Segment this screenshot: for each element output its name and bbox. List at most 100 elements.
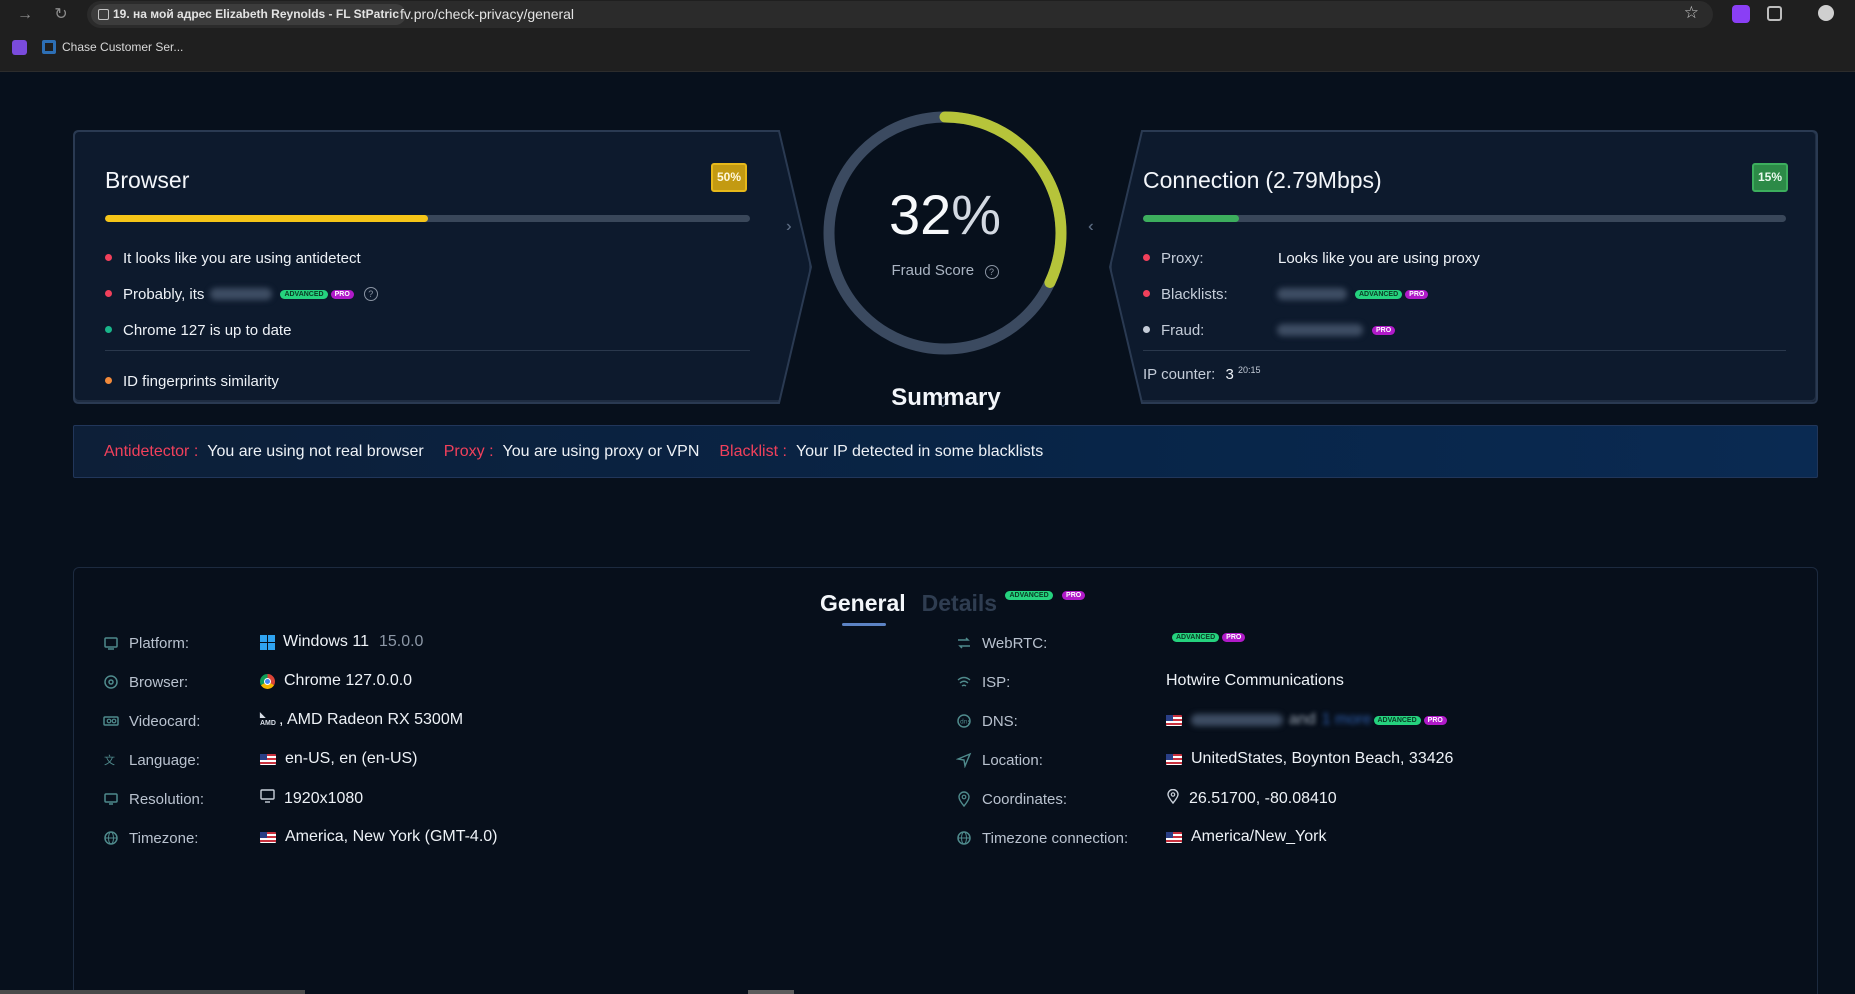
info-value: 1920x1080 bbox=[284, 789, 364, 807]
pro-tag[interactable]: PRO bbox=[1405, 289, 1429, 299]
advanced-tag[interactable]: ADVANCED bbox=[1172, 633, 1220, 642]
url-text[interactable]: fv.pro/check-privacy/general bbox=[400, 1, 574, 28]
map-pin-icon bbox=[1166, 788, 1180, 809]
summary-value: You are using proxy or VPN bbox=[502, 442, 700, 460]
proxy-label: Proxy: bbox=[1161, 249, 1204, 267]
advanced-tag[interactable]: ADVANCED bbox=[1373, 715, 1421, 725]
timezone-icon bbox=[103, 830, 119, 846]
page-content: Browser 50% It looks like you are using … bbox=[0, 72, 1855, 994]
platform-value: Windows 11 15.0.0 bbox=[260, 633, 423, 651]
status-dot bbox=[1143, 254, 1150, 261]
timezone-value: America, New York (GMT-4.0) bbox=[260, 828, 498, 846]
ip-counter: IP counter: 3 20:15 bbox=[1143, 365, 1261, 383]
help-icon[interactable]: ? bbox=[984, 265, 999, 279]
info-row-location: Location: bbox=[955, 747, 1043, 773]
advanced-tag[interactable]: ADVANCED bbox=[1355, 289, 1403, 299]
info-label: Location: bbox=[982, 751, 1043, 769]
pro-tag[interactable]: PRO bbox=[1222, 633, 1246, 642]
info-value: Chrome 127.0.0.0 bbox=[284, 672, 413, 689]
us-flag-icon bbox=[260, 753, 276, 765]
pro-tag[interactable]: PRO bbox=[1423, 715, 1447, 725]
forward-icon[interactable]: → bbox=[14, 4, 36, 26]
browser-score-badge: 50% bbox=[711, 163, 748, 192]
info-label: WebRTC: bbox=[982, 634, 1048, 652]
browser-icon bbox=[103, 674, 119, 690]
dns-more-link[interactable]: 1 more bbox=[1322, 711, 1372, 729]
browser-items: It looks like you are using antidetect P… bbox=[105, 240, 378, 348]
summary-value: Your IP detected in some blacklists bbox=[795, 442, 1044, 460]
pro-tag[interactable]: PRO bbox=[1372, 325, 1396, 335]
ip-counter-label: IP counter: bbox=[1143, 366, 1216, 383]
item-text: Chrome 127 is up to date bbox=[123, 321, 292, 339]
chevron-left-icon: ‹‹ bbox=[1088, 218, 1092, 235]
status-dot bbox=[1143, 326, 1150, 333]
scrollbar-thumb[interactable] bbox=[748, 990, 794, 994]
browser-panel-title: Browser bbox=[105, 167, 190, 193]
connection-items: Proxy: Looks like you are using proxy Bl… bbox=[1143, 240, 1480, 348]
blacklists-label: Blacklists: bbox=[1161, 285, 1228, 303]
list-item: Probably, its ADVANCED PRO ? bbox=[105, 276, 378, 312]
bookmark-chase[interactable]: Chase Customer Ser... bbox=[42, 40, 183, 54]
horizontal-scrollbar[interactable] bbox=[0, 990, 305, 994]
reload-icon[interactable]: ↻ bbox=[50, 4, 72, 26]
extensions-puzzle-icon[interactable] bbox=[1767, 6, 1782, 21]
info-label: Language: bbox=[129, 751, 200, 769]
dns-and: and bbox=[1289, 711, 1316, 728]
tab-title: 19. на мой адрес Elizabeth Reynolds - FL… bbox=[113, 7, 399, 21]
address-bar[interactable]: 19. на мой адрес Elizabeth Reynolds - FL… bbox=[87, 1, 1713, 28]
bookmark-label: Chase Customer Ser... bbox=[62, 40, 184, 54]
timezone-connection-value: America/New_York bbox=[1166, 828, 1326, 846]
videocard-icon bbox=[103, 713, 119, 729]
status-dot bbox=[105, 377, 112, 384]
summary-title: Summary bbox=[891, 384, 1001, 411]
item-text: It looks like you are using antidetect bbox=[123, 249, 361, 267]
browser-value: Chrome 127.0.0.0 bbox=[260, 672, 412, 690]
general-section bbox=[73, 567, 1818, 994]
pro-tag[interactable]: PRO bbox=[330, 289, 354, 299]
info-value: , AMD Radeon RX 5300M bbox=[278, 711, 464, 728]
monitor-icon bbox=[260, 789, 275, 808]
divider bbox=[105, 350, 750, 351]
us-flag-icon bbox=[1166, 753, 1182, 765]
fraud-score-label: Fraud Score ? bbox=[820, 262, 1070, 280]
browser-toolbar: → ↻ 19. на мой адрес Elizabeth Reynolds … bbox=[0, 0, 1855, 29]
blurred-value bbox=[1277, 324, 1363, 336]
info-label: DNS: bbox=[982, 712, 1018, 730]
info-label: Resolution: bbox=[129, 790, 205, 808]
summary-value: You are using not real browser bbox=[207, 442, 424, 460]
svg-text:文: 文 bbox=[104, 753, 115, 767]
bookmark-star-icon[interactable]: ☆ bbox=[1684, 3, 1699, 23]
proxy-value: Looks like you are using proxy bbox=[1278, 249, 1480, 267]
info-label: Timezone connection: bbox=[982, 829, 1129, 847]
site-info-chip[interactable]: 19. на мой адрес Elizabeth Reynolds - FL… bbox=[91, 4, 406, 25]
blurred-value bbox=[1191, 714, 1283, 726]
info-row-dns: dns DNS: bbox=[956, 708, 1018, 734]
info-label: ISP: bbox=[982, 673, 1011, 691]
info-row-webrtc: WebRTC: bbox=[956, 630, 1047, 656]
language-icon: 文 bbox=[103, 752, 119, 768]
windows-logo-icon bbox=[260, 634, 275, 650]
tab-general[interactable]: General bbox=[820, 590, 906, 626]
status-dot bbox=[105, 326, 112, 333]
us-flag-icon bbox=[260, 831, 276, 843]
bookmarks-bar: Chase Customer Ser... bbox=[0, 29, 1855, 72]
advanced-tag[interactable]: ADVANCED bbox=[280, 289, 328, 299]
extension-icon[interactable] bbox=[1732, 5, 1750, 23]
blurred-value bbox=[1277, 288, 1347, 300]
info-value: America, New York (GMT-4.0) bbox=[285, 828, 498, 845]
blurred-value bbox=[210, 288, 273, 300]
info-row-resolution: Resolution: bbox=[103, 786, 204, 812]
webrtc-value: ADVANCED PRO bbox=[1170, 633, 1246, 642]
dns-value: and 1 more ADVANCED PRO bbox=[1166, 711, 1447, 729]
tab-details[interactable]: Details ADVANCED PRO bbox=[922, 590, 1086, 617]
advanced-tag: ADVANCED bbox=[1005, 591, 1053, 600]
dns-icon: dns bbox=[956, 713, 972, 729]
connection-progress-bar bbox=[1143, 215, 1786, 222]
divider bbox=[1143, 350, 1786, 351]
help-icon[interactable]: ? bbox=[363, 287, 378, 301]
profile-avatar-icon[interactable] bbox=[1818, 5, 1834, 21]
browser-panel: Browser 50% It looks like you are using … bbox=[73, 130, 811, 402]
info-value: America/New_York bbox=[1191, 828, 1327, 845]
bookmark-app-icon[interactable] bbox=[12, 40, 27, 55]
info-value: Windows 11 bbox=[283, 633, 369, 650]
